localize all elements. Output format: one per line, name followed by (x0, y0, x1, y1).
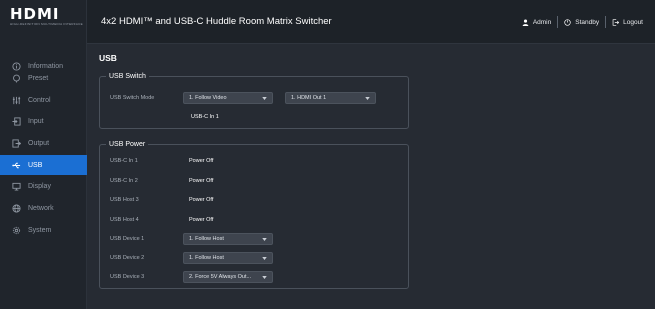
sidebar: HDMI HIGH-DEFINITION MULTIMEDIA INTERFAC… (0, 0, 87, 309)
gear-icon (9, 226, 23, 235)
globe-icon (9, 203, 23, 213)
logout-icon (612, 18, 620, 26)
usb-output-select[interactable]: 1. HDMI Out 1 (285, 92, 376, 104)
chevron-down-icon (262, 272, 267, 282)
select-value: 1. Follow Video (189, 95, 227, 101)
usb-device-1-label: USB Device 1 (110, 236, 145, 242)
standby-label: Standby (575, 18, 600, 26)
standby-button[interactable]: Standby (564, 19, 599, 26)
top-bar: 4x2 HDMI™ and USB-C Huddle Room Matrix S… (87, 0, 655, 44)
logout-button[interactable]: Logout (612, 19, 643, 26)
admin-label: Admin (532, 18, 552, 26)
usb-c-in-2-label: USB-C In 2 (110, 178, 138, 184)
usb-host-3-status: Power Off (189, 197, 214, 203)
select-value: 1. Follow Host (189, 236, 224, 242)
sidebar-item-label: System (28, 226, 52, 234)
usb-switch-legend: USB Switch (106, 72, 149, 81)
usb-switch-mode-label: USB Switch Mode (110, 95, 155, 101)
preset-icon (9, 74, 23, 83)
input-icon (9, 116, 23, 126)
usb-device-2-select[interactable]: 1. Follow Host (183, 252, 273, 264)
user-icon (522, 19, 529, 26)
main-content: USB USB Switch USB Switch Mode 1. Follow… (87, 44, 655, 309)
usb-power-panel: USB Power USB-C In 1 Power Off USB-C In … (99, 140, 409, 289)
usb-host-3-label: USB Host 3 (110, 197, 139, 203)
monitor-icon (9, 182, 23, 191)
chevron-down-icon (262, 253, 267, 263)
usb-switch-status: USB-C In 1 (191, 114, 219, 120)
sidebar-item-input[interactable]: Input (0, 111, 87, 131)
usb-device-3-label: USB Device 3 (110, 274, 145, 280)
app-title: 4x2 HDMI™ and USB-C Huddle Room Matrix S… (101, 16, 332, 27)
usb-host-4-label: USB Host 4 (110, 217, 139, 223)
usb-c-in-1-status: Power Off (189, 158, 214, 164)
sidebar-item-display[interactable]: Display (0, 176, 87, 196)
sidebar-item-network[interactable]: Network (0, 198, 87, 218)
usb-device-1-select[interactable]: 1. Follow Host (183, 233, 273, 245)
divider (557, 16, 559, 28)
usb-icon (9, 161, 23, 170)
sidebar-item-label: USB (28, 161, 43, 169)
sidebar-item-label: Input (28, 117, 44, 125)
sidebar-item-usb[interactable]: USB (0, 155, 87, 175)
page-title: USB (99, 53, 117, 63)
output-icon (9, 138, 23, 148)
sidebar-item-system[interactable]: System (0, 220, 87, 240)
sidebar-item-label: Output (28, 139, 50, 147)
sidebar-item-output[interactable]: Output (0, 133, 87, 153)
sidebar-item-label: Control (28, 96, 51, 104)
select-value: 1. HDMI Out 1 (291, 95, 327, 101)
sidebar-item-label: Display (28, 182, 51, 190)
usb-device-3-select[interactable]: 2. Force 5V Always Out... (183, 271, 273, 283)
chevron-down-icon (262, 234, 267, 244)
top-actions: Admin Standby Logout (522, 0, 643, 44)
logo-tagline: HIGH-DEFINITION MULTIMEDIA INTERFACE (10, 22, 83, 26)
sliders-icon (9, 96, 23, 105)
usb-c-in-1-label: USB-C In 1 (110, 158, 138, 164)
usb-power-legend: USB Power (106, 140, 149, 149)
logo-text: HDMI (10, 5, 60, 23)
logout-label: Logout (623, 18, 643, 26)
power-icon (564, 18, 571, 26)
select-value: 1. Follow Host (189, 255, 224, 261)
usb-switch-panel: USB Switch USB Switch Mode 1. Follow Vid… (99, 72, 409, 129)
usb-switch-mode-select[interactable]: 1. Follow Video (183, 92, 273, 104)
sidebar-item-label: Preset (28, 74, 49, 82)
sidebar-item-preset[interactable]: Preset (0, 68, 87, 88)
usb-device-2-label: USB Device 2 (110, 255, 145, 261)
usb-host-4-status: Power Off (189, 217, 214, 223)
sidebar-item-label: Network (28, 204, 54, 212)
admin-user-button[interactable]: Admin (522, 19, 551, 26)
usb-c-in-2-status: Power Off (189, 178, 214, 184)
sidebar-item-control[interactable]: Control (0, 90, 87, 110)
chevron-down-icon (365, 93, 370, 103)
chevron-down-icon (262, 93, 267, 103)
divider (605, 16, 607, 28)
select-value: 2. Force 5V Always Out... (189, 274, 252, 280)
hdmi-logo: HDMI HIGH-DEFINITION MULTIMEDIA INTERFAC… (0, 0, 86, 44)
